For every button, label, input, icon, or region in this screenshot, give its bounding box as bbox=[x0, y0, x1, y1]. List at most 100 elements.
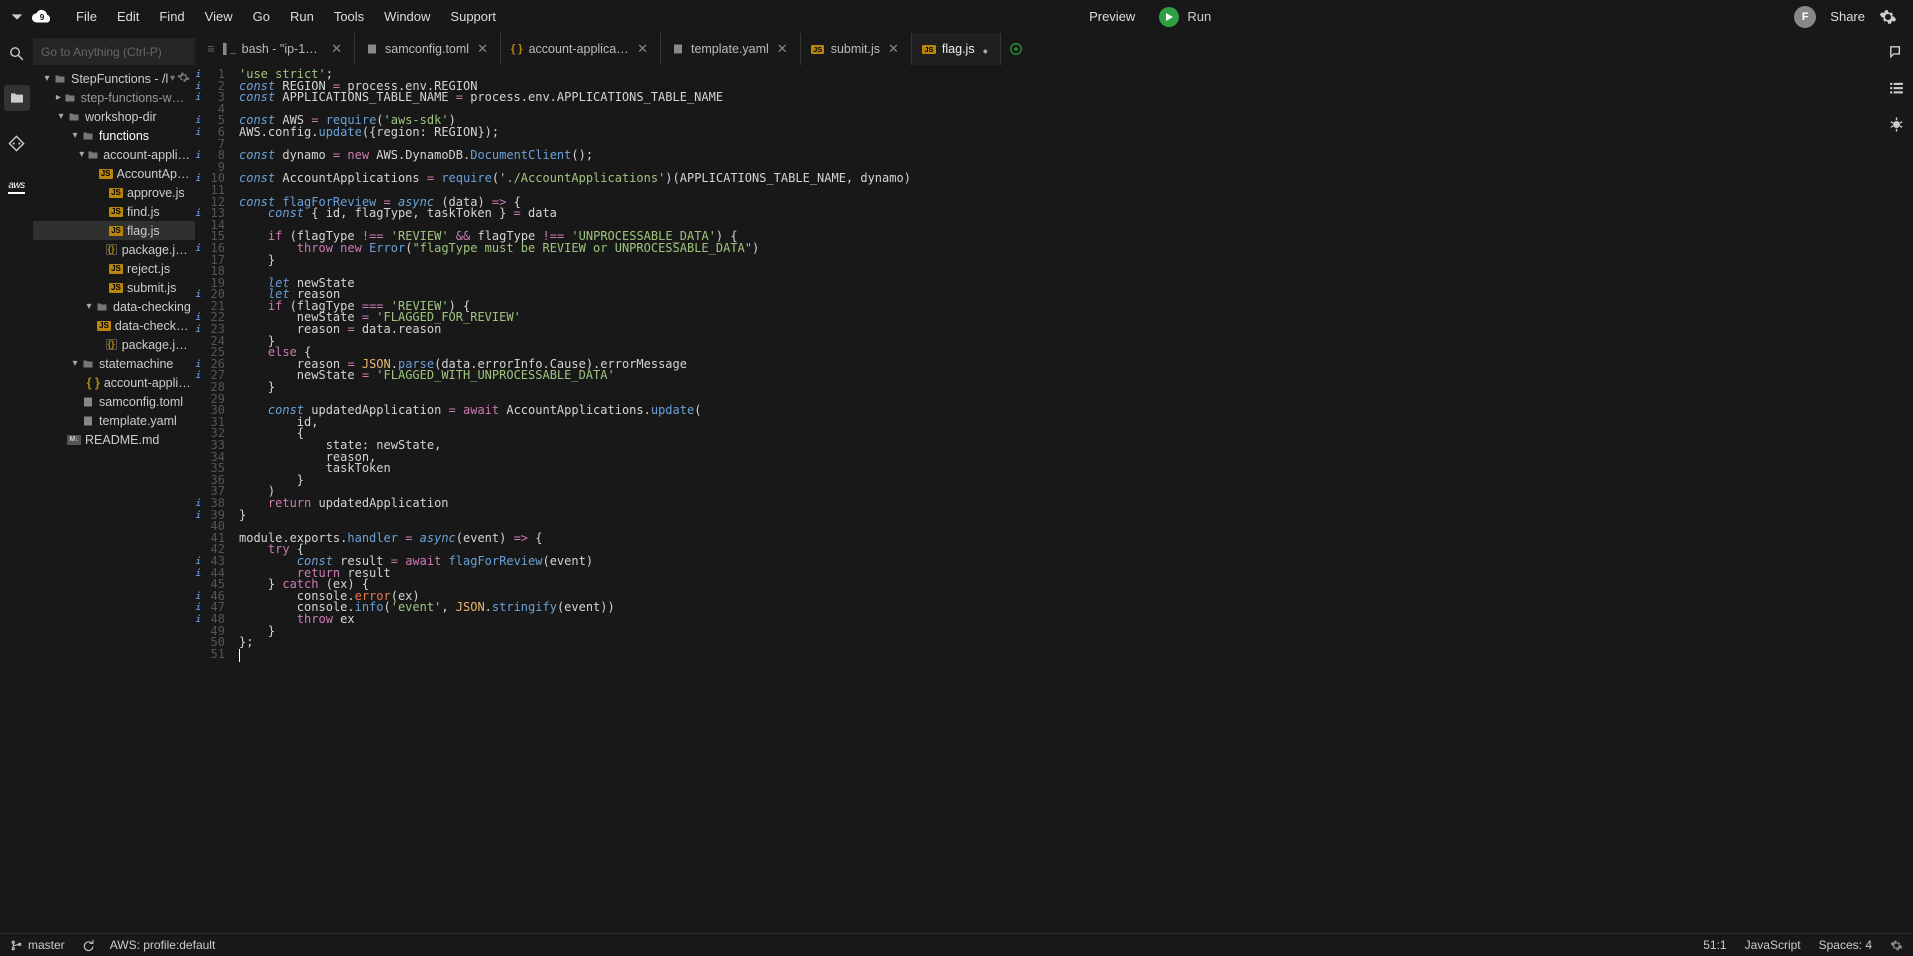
gutter-info-icon: i bbox=[195, 82, 201, 90]
preview-button[interactable]: Preview bbox=[1089, 9, 1135, 24]
tree-file[interactable]: {}package.json bbox=[33, 335, 195, 354]
tree-folder[interactable]: ▾StepFunctions - /l▾ bbox=[33, 69, 195, 88]
right-panel-bar bbox=[1880, 33, 1913, 933]
folder-icon[interactable] bbox=[4, 85, 30, 111]
outline-icon[interactable] bbox=[1888, 79, 1906, 97]
js-file-icon: JS bbox=[99, 167, 113, 181]
tree-caret-icon: ▾ bbox=[77, 149, 87, 160]
tree-file[interactable]: JS AccountApplica bbox=[33, 164, 195, 183]
tree-label: AccountApplica bbox=[117, 167, 192, 181]
tab-close-icon[interactable]: ✕ bbox=[329, 41, 344, 57]
code-line: reason = data.reason bbox=[239, 324, 1880, 336]
editor-tab[interactable]: { }account-application-w✕ bbox=[501, 33, 661, 65]
tree-file[interactable]: JSdata-checking.js bbox=[33, 316, 195, 335]
tree-folder[interactable]: ▾account-applicatio bbox=[33, 145, 195, 164]
tree-label: reject.js bbox=[127, 262, 170, 276]
tree-label: functions bbox=[99, 129, 149, 143]
menu-item-go[interactable]: Go bbox=[243, 3, 280, 30]
folder-icon bbox=[87, 148, 99, 162]
menu-item-find[interactable]: Find bbox=[149, 3, 194, 30]
tree-file[interactable]: JSfind.js bbox=[33, 202, 195, 221]
folder-icon bbox=[81, 357, 95, 371]
code-line: taskToken bbox=[239, 463, 1880, 475]
tab-close-icon[interactable]: ✕ bbox=[475, 41, 490, 57]
code-content[interactable]: 'use strict';const REGION = process.env.… bbox=[233, 66, 1880, 933]
tree-file[interactable]: {}package.json bbox=[33, 240, 195, 259]
tree-label: statemachine bbox=[99, 357, 173, 371]
aws-profile-label: AWS: profile:default bbox=[110, 938, 216, 952]
avatar[interactable]: F bbox=[1794, 6, 1816, 28]
tree-caret-icon: ▸ bbox=[53, 92, 64, 103]
collaborate-icon[interactable] bbox=[1888, 43, 1906, 61]
tree-folder[interactable]: ▾workshop-dir bbox=[33, 107, 195, 126]
toml-file-icon bbox=[81, 395, 95, 409]
tab-label: flag.js bbox=[942, 42, 975, 56]
cloud9-logo-icon[interactable]: 9 bbox=[28, 3, 56, 31]
language-mode[interactable]: JavaScript bbox=[1745, 938, 1801, 952]
code-line: return result bbox=[239, 568, 1880, 580]
debugger-icon[interactable] bbox=[1888, 115, 1906, 133]
tree-caret-icon: ▾ bbox=[83, 301, 95, 312]
gutter-info-icon: i bbox=[195, 371, 201, 379]
tree-file[interactable]: JSflag.js bbox=[33, 221, 195, 240]
tree-file[interactable]: JSsubmit.js bbox=[33, 278, 195, 297]
code-line bbox=[239, 266, 1880, 278]
cursor-position[interactable]: 51:1 bbox=[1703, 938, 1726, 952]
menu-item-file[interactable]: File bbox=[66, 3, 107, 30]
tree-folder[interactable]: ▾data-checking bbox=[33, 297, 195, 316]
tree-file[interactable]: JSreject.js bbox=[33, 259, 195, 278]
git-branch-status[interactable]: master bbox=[10, 938, 65, 952]
cloud9-menu-icon[interactable] bbox=[8, 8, 26, 26]
tree-label: flag.js bbox=[127, 224, 160, 238]
indentation-mode[interactable]: Spaces: 4 bbox=[1819, 938, 1872, 952]
gutter-info-icon: i bbox=[195, 325, 201, 333]
tab-close-icon[interactable]: ✕ bbox=[635, 41, 650, 57]
toml-file-icon bbox=[365, 42, 379, 56]
tree-folder[interactable]: ▾ statemachine bbox=[33, 354, 195, 373]
code-line: state: newState, bbox=[239, 440, 1880, 452]
tree-folder[interactable]: ▾functions bbox=[33, 126, 195, 145]
editor-tab[interactable]: template.yaml✕ bbox=[661, 33, 801, 65]
menu-item-view[interactable]: View bbox=[195, 3, 243, 30]
tree-file[interactable]: template.yaml bbox=[33, 411, 195, 430]
run-button[interactable]: Run bbox=[1159, 7, 1211, 27]
code-line: AWS.config.update({region: REGION}); bbox=[239, 127, 1880, 139]
code-line: const APPLICATIONS_TABLE_NAME = process.… bbox=[239, 92, 1880, 104]
tree-file[interactable]: M↓README.md bbox=[33, 430, 195, 449]
editor-tab[interactable]: JSflag.js bbox=[912, 33, 1001, 65]
status-gear-icon[interactable] bbox=[1890, 939, 1903, 952]
editor-tab[interactable]: samconfig.toml✕ bbox=[355, 33, 501, 65]
menu-item-edit[interactable]: Edit bbox=[107, 3, 149, 30]
tab-close-icon[interactable]: ✕ bbox=[886, 41, 901, 57]
tree-file[interactable]: samconfig.toml bbox=[33, 392, 195, 411]
editor-tab[interactable]: ≡▌_bash - "ip-172-31-1-240.ap✕ bbox=[195, 33, 355, 65]
sync-icon[interactable] bbox=[81, 939, 94, 952]
tab-unsaved-indicator-icon[interactable] bbox=[981, 42, 990, 57]
gutter-info-icon: i bbox=[195, 360, 201, 368]
source-control-icon[interactable] bbox=[7, 133, 27, 153]
aws-icon[interactable]: aws bbox=[7, 175, 27, 195]
tree-file[interactable]: JSapprove.js bbox=[33, 183, 195, 202]
tree-settings-icon[interactable] bbox=[177, 71, 191, 85]
search-icon[interactable] bbox=[7, 43, 27, 63]
js-file-icon: JS bbox=[109, 186, 123, 200]
new-tab-button[interactable] bbox=[1001, 33, 1031, 65]
tree-file[interactable]: { }account-applicatio bbox=[33, 373, 195, 392]
tree-caret-icon: ▾ bbox=[69, 358, 81, 369]
code-line: console.info('event', JSON.stringify(eve… bbox=[239, 602, 1880, 614]
editor-tab[interactable]: JSsubmit.js✕ bbox=[801, 33, 912, 65]
goto-anything-input[interactable]: Go to Anything (Ctrl-P) bbox=[33, 38, 195, 65]
tab-close-icon[interactable]: ✕ bbox=[775, 41, 790, 57]
share-button[interactable]: Share bbox=[1830, 9, 1865, 24]
tree-caret-icon: ▾ bbox=[41, 73, 53, 84]
menu-item-tools[interactable]: Tools bbox=[324, 3, 374, 30]
menu-item-run[interactable]: Run bbox=[280, 3, 324, 30]
code-editor[interactable]: i1i2i34i5i67i89i101112i131415i16171819i2… bbox=[195, 66, 1880, 933]
settings-gear-icon[interactable] bbox=[1879, 8, 1897, 26]
menu-item-support[interactable]: Support bbox=[440, 3, 506, 30]
tree-folder[interactable]: ▸step-functions-worksh bbox=[33, 88, 195, 107]
gutter-info-icon: i bbox=[195, 93, 201, 101]
aws-profile-status[interactable]: AWS: profile:default bbox=[110, 938, 216, 952]
menu-item-window[interactable]: Window bbox=[374, 3, 440, 30]
gutter-info-icon: i bbox=[195, 615, 201, 623]
